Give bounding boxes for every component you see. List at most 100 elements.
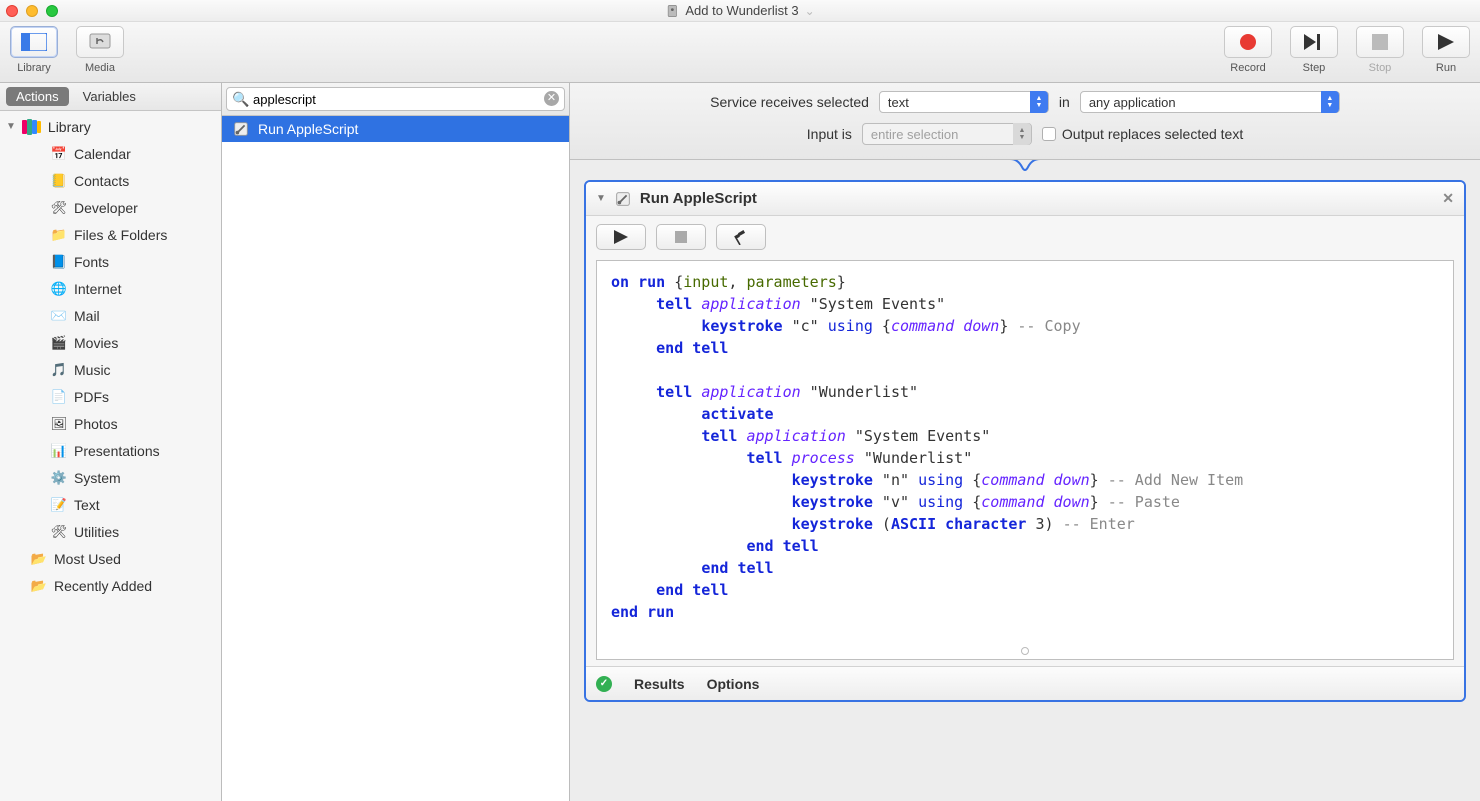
action-search-row: 🔍 ✕ bbox=[222, 83, 569, 116]
main-toolbar: Library Media Record Step Stop Run bbox=[0, 22, 1480, 83]
media-button-label: Media bbox=[85, 62, 115, 74]
category-developer[interactable]: 🛠Developer bbox=[0, 194, 221, 221]
library-pane: Actions Variables ▼ Library 📅Calendar📒Co… bbox=[0, 83, 222, 801]
input-type-select[interactable]: text ▲▼ bbox=[879, 91, 1049, 113]
category-utilities[interactable]: 🛠Utilities bbox=[0, 518, 221, 545]
action-card-header[interactable]: ▼ Run AppleScript ✕ bbox=[586, 182, 1464, 216]
options-tab[interactable]: Options bbox=[707, 676, 760, 692]
hammer-icon bbox=[733, 229, 749, 245]
step-button[interactable]: Step bbox=[1290, 26, 1338, 74]
category-icon: 📝 bbox=[50, 496, 68, 514]
category-presentations[interactable]: 📊 Presentations bbox=[0, 437, 221, 464]
smart-list-label: Recently Added bbox=[54, 578, 152, 594]
category-label: Presentations bbox=[74, 443, 160, 459]
stop-script-button[interactable] bbox=[656, 224, 706, 250]
application-select[interactable]: any application ▲▼ bbox=[1080, 91, 1340, 113]
category-label: Photos bbox=[74, 416, 118, 432]
remove-action-button[interactable]: ✕ bbox=[1442, 190, 1454, 207]
smart-list-recently-added[interactable]: 📂Recently Added bbox=[0, 572, 221, 599]
category-text[interactable]: 📝Text bbox=[0, 491, 221, 518]
record-button-label: Record bbox=[1230, 62, 1265, 74]
library-tab-bar: Actions Variables bbox=[0, 83, 221, 111]
category-files-folders[interactable]: 📁Files & Folders bbox=[0, 221, 221, 248]
action-run-applescript[interactable]: Run AppleScript bbox=[222, 116, 569, 142]
window-title-text: Add to Wunderlist 3 bbox=[685, 3, 798, 18]
results-tab[interactable]: Results bbox=[634, 676, 685, 692]
category-label: Music bbox=[74, 362, 111, 378]
disclosure-triangle-icon[interactable]: ▼ bbox=[596, 193, 606, 204]
category-music[interactable]: 🎵 Music bbox=[0, 356, 221, 383]
window-controls bbox=[6, 5, 58, 17]
window-titlebar: Add to Wunderlist 3 ⌄ bbox=[0, 0, 1480, 22]
search-input[interactable] bbox=[226, 87, 565, 111]
step-icon bbox=[1290, 26, 1338, 58]
stop-button: Stop bbox=[1356, 26, 1404, 74]
category-icon: ⚙️ bbox=[50, 469, 68, 487]
tab-actions[interactable]: Actions bbox=[6, 87, 69, 106]
category-label: System bbox=[74, 470, 121, 486]
app-body: Actions Variables ▼ Library 📅Calendar📒Co… bbox=[0, 83, 1480, 801]
run-button[interactable]: Run bbox=[1422, 26, 1470, 74]
in-label: in bbox=[1059, 94, 1070, 110]
media-button[interactable]: Media bbox=[76, 26, 124, 74]
workflow-pane: Service receives selected text ▲▼ in any… bbox=[570, 83, 1480, 801]
category-label: PDFs bbox=[74, 389, 109, 405]
action-card-title: Run AppleScript bbox=[640, 190, 757, 207]
zoom-window-button[interactable] bbox=[46, 5, 58, 17]
run-script-button[interactable] bbox=[596, 224, 646, 250]
category-photos[interactable]: 🖼 Photos bbox=[0, 410, 221, 437]
disclosure-triangle-icon[interactable]: ▼ bbox=[6, 121, 16, 132]
action-label: Run AppleScript bbox=[258, 121, 358, 137]
stepper-arrows-icon: ▲▼ bbox=[1013, 123, 1031, 145]
media-icon bbox=[76, 26, 124, 58]
category-pdfs[interactable]: 📄PDFs bbox=[0, 383, 221, 410]
category-icon: 🌐 bbox=[50, 280, 68, 298]
category-calendar[interactable]: 📅Calendar bbox=[0, 140, 221, 167]
stop-icon bbox=[1356, 26, 1404, 58]
record-button[interactable]: Record bbox=[1224, 26, 1272, 74]
close-window-button[interactable] bbox=[6, 5, 18, 17]
category-system[interactable]: ⚙️ System bbox=[0, 464, 221, 491]
window-title[interactable]: Add to Wunderlist 3 ⌄ bbox=[665, 3, 814, 18]
category-icon: 🖼 bbox=[50, 415, 68, 433]
category-icon: 📊 bbox=[50, 442, 68, 460]
category-icon: 📅 bbox=[50, 145, 68, 163]
resize-handle-icon[interactable] bbox=[1021, 647, 1029, 655]
input-scope-select: entire selection ▲▼ bbox=[862, 123, 1032, 145]
category-label: Internet bbox=[74, 281, 121, 297]
category-icon: 🛠 bbox=[50, 199, 68, 217]
clear-search-button[interactable]: ✕ bbox=[544, 91, 559, 106]
script-editor[interactable]: on run {input, parameters} tell applicat… bbox=[596, 260, 1454, 660]
tab-variables[interactable]: Variables bbox=[73, 87, 146, 106]
smart-list-label: Most Used bbox=[54, 551, 121, 567]
run-icon bbox=[1422, 26, 1470, 58]
actions-pane: 🔍 ✕ Run AppleScript bbox=[222, 83, 570, 801]
action-card-run-applescript[interactable]: ▼ Run AppleScript ✕ bbox=[584, 180, 1466, 702]
status-ok-icon: ✓ bbox=[596, 676, 612, 692]
category-icon: 🎵 bbox=[50, 361, 68, 379]
library-root[interactable]: ▼ Library bbox=[0, 113, 221, 140]
workflow-canvas[interactable]: ▼ Run AppleScript ✕ bbox=[570, 160, 1480, 801]
output-replaces-checkbox[interactable] bbox=[1042, 127, 1056, 141]
smart-list-most-used[interactable]: 📂 Most Used bbox=[0, 545, 221, 572]
minimize-window-button[interactable] bbox=[26, 5, 38, 17]
service-settings-bar: Service receives selected text ▲▼ in any… bbox=[570, 83, 1480, 160]
category-label: Utilities bbox=[74, 524, 119, 540]
category-mail[interactable]: ✉️Mail bbox=[0, 302, 221, 329]
input-scope-value: entire selection bbox=[871, 127, 958, 142]
category-contacts[interactable]: 📒Contacts bbox=[0, 167, 221, 194]
stop-button-label: Stop bbox=[1369, 62, 1392, 74]
category-movies[interactable]: 🎬Movies bbox=[0, 329, 221, 356]
step-button-label: Step bbox=[1303, 62, 1326, 74]
category-label: Movies bbox=[74, 335, 118, 351]
category-fonts[interactable]: 📘Fonts bbox=[0, 248, 221, 275]
action-card-footer: ✓ Results Options bbox=[586, 666, 1464, 700]
output-replaces-option[interactable]: Output replaces selected text bbox=[1042, 126, 1243, 142]
library-button[interactable]: Library bbox=[10, 26, 58, 74]
category-icon: 📘 bbox=[50, 253, 68, 271]
category-internet[interactable]: 🌐 Internet bbox=[0, 275, 221, 302]
compile-script-button[interactable] bbox=[716, 224, 766, 250]
applescript-icon bbox=[614, 190, 632, 208]
automator-icon bbox=[665, 4, 679, 18]
folder-icon: 📂 bbox=[30, 550, 48, 568]
